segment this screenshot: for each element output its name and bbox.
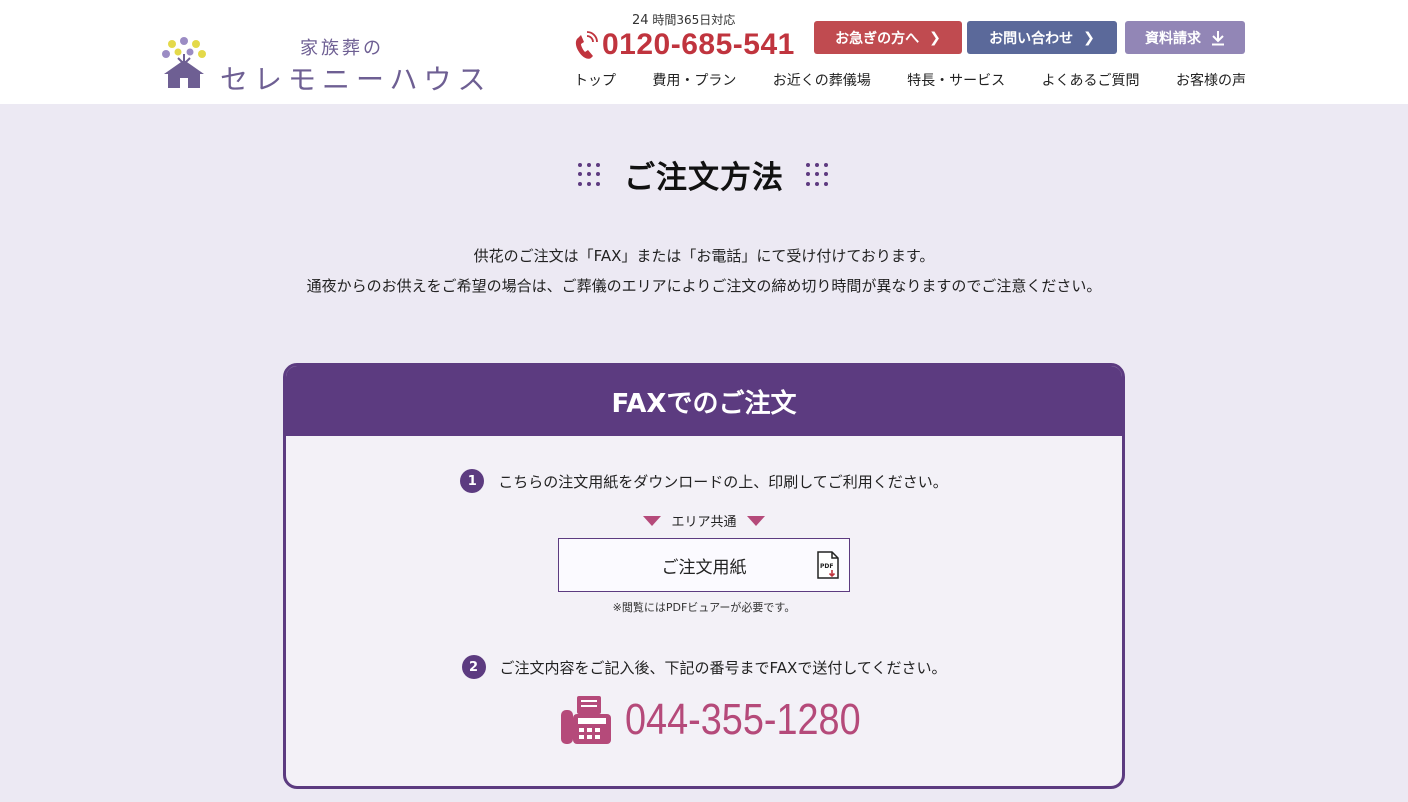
urgent-button-label: お急ぎの方へ [835,30,920,47]
page-title: ご注文方法 [624,160,784,196]
dots-decoration-icon [806,162,830,187]
hours-label: 24 時間365日対応 [632,11,735,28]
pdf-icon-label: PDF [820,563,833,570]
tree-house-logo-icon [162,37,206,88]
fax-card-title: FAXでのご注文 [286,366,1122,436]
step-2-text: ご注文内容をご記入後、下記の番号までFAXで送付してください。 [499,658,947,677]
main-nav: トップ 費用・プラン お近くの葬儀場 特長・サービス よくあるご質問 お客様の声 [574,70,1246,90]
site-header: 家族葬の セレモニーハウス 24 時間365日対応 0120-685-541 お… [0,0,1408,104]
step-2: 2 ご注文内容をご記入後、下記の番号までFAXで送付してください。 [286,655,1122,679]
docs-button-label: 資料請求 [1145,30,1201,47]
section-heading: ご注文方法 [0,152,1408,197]
order-form-download-button[interactable]: ご注文用紙 PDF [558,538,850,592]
intro-line-1: 供花のご注文は「FAX」または「お電話」にて受け付けております。 [473,247,935,265]
fax-number-block: 044-355-1280 [286,694,1122,746]
nav-item-top[interactable]: トップ [574,70,616,90]
logo-name: セレモニーハウス [220,63,492,96]
step-1-text: こちらの注文用紙をダウンロードの上、印刷してご利用ください。 [498,472,948,491]
pdf-file-icon: PDF [817,551,839,579]
contact-button[interactable]: お問い合わせ ❯ [967,21,1117,54]
phone-icon [575,31,598,59]
step-number-badge: 2 [461,655,486,679]
logo-subtitle: 家族葬の [300,38,384,59]
triangle-down-icon [643,515,662,526]
nav-item-services[interactable]: 特長・サービス [907,70,1005,90]
step-1: 1 こちらの注文用紙をダウンロードの上、印刷してご利用ください。 [286,469,1122,493]
site-logo[interactable]: 家族葬の セレモニーハウス [160,34,500,96]
download-label: ご注文用紙 [661,557,747,578]
intro-line-2: 通夜からのお供えをご希望の場合は、ご葬儀のエリアによりご注文の締め切り時間が異な… [306,277,1102,295]
hours-text: 時間365日対応 [652,13,736,27]
chevron-right-icon: ❯ [929,29,941,46]
hours-number: 24 [632,13,649,28]
dots-decoration-icon [578,162,602,187]
urgent-button[interactable]: お急ぎの方へ ❯ [814,21,962,54]
nav-item-faq[interactable]: よくあるご質問 [1042,70,1140,90]
request-docs-button[interactable]: 資料請求 [1125,21,1245,54]
nav-item-reviews[interactable]: お客様の声 [1176,70,1246,90]
triangle-down-icon [746,515,765,526]
phone-number: 0120-685-541 [602,28,795,61]
step-number-badge: 1 [460,469,485,493]
nav-item-venues[interactable]: お近くの葬儀場 [773,70,871,90]
download-icon [1212,30,1224,45]
intro-text: 供花のご注文は「FAX」または「お電話」にて受け付けております。 通夜からのお供… [0,241,1408,301]
contact-button-label: お問い合わせ [989,30,1074,47]
fax-machine-icon [561,696,611,744]
area-label-text: エリア共通 [671,515,737,530]
area-label: エリア共通 [286,511,1122,530]
nav-item-plans[interactable]: 費用・プラン [652,70,736,90]
phone-link[interactable]: 0120-685-541 [572,28,795,62]
chevron-right-icon: ❯ [1083,29,1095,46]
fax-number: 044-355-1280 [625,695,861,744]
pdf-viewer-note: ※閲覧にはPDFビュアーが必要です。 [612,601,796,614]
fax-order-card: FAXでのご注文 1 こちらの注文用紙をダウンロードの上、印刷してご利用ください… [283,363,1125,789]
